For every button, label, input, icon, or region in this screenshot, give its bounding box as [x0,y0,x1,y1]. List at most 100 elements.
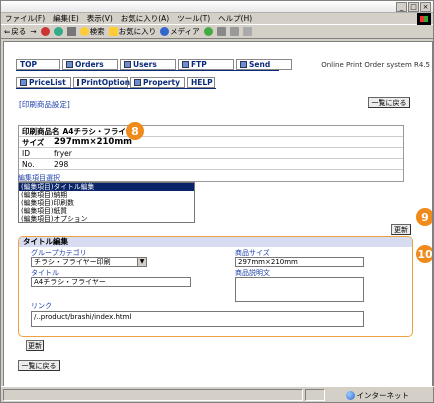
media-icon [160,27,170,36]
tab-users[interactable]: Users [120,59,176,70]
maximize-button[interactable]: □ [408,2,419,12]
users-icon [124,61,131,68]
media-label: メディア [170,27,200,36]
print-button[interactable] [229,27,239,36]
tab-help[interactable]: HELP [187,77,215,88]
search-icon [79,27,89,36]
product-no-label: No. [22,159,35,169]
back-to-list-button-top[interactable]: 一覧に戻る [368,97,410,108]
forward-button[interactable]: → [30,27,36,36]
media-button[interactable]: メディア [160,26,200,37]
history-button[interactable] [203,27,213,36]
menu-view[interactable]: 表示(V) [87,13,113,24]
status-lock-cell [305,388,325,401]
tab-help-label: HELP [191,78,213,87]
history-icon [203,27,213,36]
info-row-name: 印刷商品名 A4チラシ・フライヤー [19,126,403,137]
tab-users-label: Users [133,60,157,69]
menu-bar: ファイル(F) 編集(E) 表示(V) お気に入り(A) ツール(T) ヘルプ(… [1,13,433,25]
callout-9: 9 [416,208,432,226]
tab-orders-label: Orders [75,60,104,69]
stop-button[interactable] [40,27,50,36]
edit-button[interactable] [242,27,252,36]
update-button-top[interactable]: 更新 [391,224,411,235]
product-id-label: ID [22,148,30,158]
send-icon [240,61,247,68]
browser-toolbar: ⇐ 戻る → 検索 お気に入り メディア [1,25,433,39]
tab-send[interactable]: Send [236,59,292,70]
minimize-button[interactable]: _ [396,2,407,12]
secondary-tabs-underline [16,88,216,89]
back-arrow-icon: ⇐ [4,27,11,36]
info-row-empty [19,170,403,181]
primary-tabs-underline [16,70,279,71]
mail-icon [216,27,226,36]
list-item[interactable]: (編集項目)タイトル編集 [19,183,194,191]
product-size-input[interactable]: 297mm×210mm [235,257,364,267]
page-title: [印刷商品設定] [19,100,70,109]
menu-help[interactable]: ヘルプ(H) [218,13,252,24]
refresh-button[interactable] [53,27,63,36]
home-button[interactable] [66,27,76,36]
tab-orders[interactable]: Orders [62,59,118,70]
callout-8: 8 [126,122,144,140]
favorites-label: お気に入り [118,27,157,36]
close-button[interactable]: × [420,2,431,12]
title-input[interactable]: A4チラシ・フライヤー [31,277,191,287]
refresh-icon [53,27,63,36]
tab-send-label: Send [249,60,271,69]
tab-pricelist-label: PriceList [29,78,66,87]
tab-property-label: Property [143,78,180,87]
security-zone-label: インターネット [356,391,410,400]
forward-arrow-icon: → [30,27,37,36]
ftp-icon [182,61,189,68]
tab-top-label: TOP [20,60,37,69]
back-to-list-button-bottom[interactable]: 一覧に戻る [18,360,60,371]
title-edit-header: タイトル編集 [19,237,412,247]
info-row-no: No. 298 [19,159,403,170]
list-item[interactable]: (編集項目)印刷数 [19,199,194,207]
mail-button[interactable] [216,27,226,36]
group-category-select[interactable]: チラシ・フライヤー印刷 ▼ [31,257,147,267]
edit-icon [242,27,252,36]
product-id-value: fryer [54,148,72,158]
list-item[interactable]: (編集項目)オプション [19,215,194,223]
menu-edit[interactable]: 編集(E) [53,13,79,24]
system-name: Online Print Order system R4.5 [321,61,430,69]
windows-logo-icon [417,13,431,25]
globe-icon [345,391,355,400]
favorites-icon [108,27,118,36]
orders-icon [66,61,73,68]
link-input[interactable]: /..product/brashi/index.html [31,311,364,327]
back-button[interactable]: ⇐ 戻る [4,26,26,37]
tab-property[interactable]: Property [130,77,185,88]
status-text-cell [3,388,303,401]
search-button[interactable]: 検索 [79,26,105,37]
printoption-icon [77,79,79,86]
list-item[interactable]: (編集項目)紙質 [19,207,194,215]
search-label: 検索 [89,27,105,36]
tab-top[interactable]: TOP [16,59,60,70]
tab-ftp[interactable]: FTP [178,59,234,70]
primary-tabs: TOP Orders Users FTP Send [16,59,292,70]
browser-window: _ □ × ファイル(F) 編集(E) 表示(V) お気に入り(A) ツール(T… [0,0,434,403]
menu-file[interactable]: ファイル(F) [5,13,45,24]
secondary-tabs: PriceList PrintOption Property HELP [16,77,215,88]
product-description-textarea[interactable] [235,277,364,302]
menu-favorites[interactable]: お気に入り(A) [121,13,169,24]
edit-item-listbox[interactable]: (編集項目)タイトル編集 (編集項目)納期 (編集項目)印刷数 (編集項目)紙質… [18,182,195,223]
callout-10: 10 [416,245,432,263]
favorites-button[interactable]: お気に入り [108,26,157,37]
chevron-down-icon: ▼ [137,258,146,266]
menu-tools[interactable]: ツール(T) [177,13,210,24]
product-size-label: サイズ [22,137,45,147]
update-button-bottom[interactable]: 更新 [26,340,44,351]
tab-printoption-label: PrintOption [81,78,131,87]
info-row-id: ID fryer [19,148,403,159]
tab-printoption[interactable]: PrintOption [73,77,131,88]
link-label: リンク [31,302,52,310]
tab-pricelist[interactable]: PriceList [16,77,71,88]
list-item[interactable]: (編集項目)納期 [19,191,194,199]
home-icon [66,27,76,36]
product-no-value: 298 [54,159,69,169]
